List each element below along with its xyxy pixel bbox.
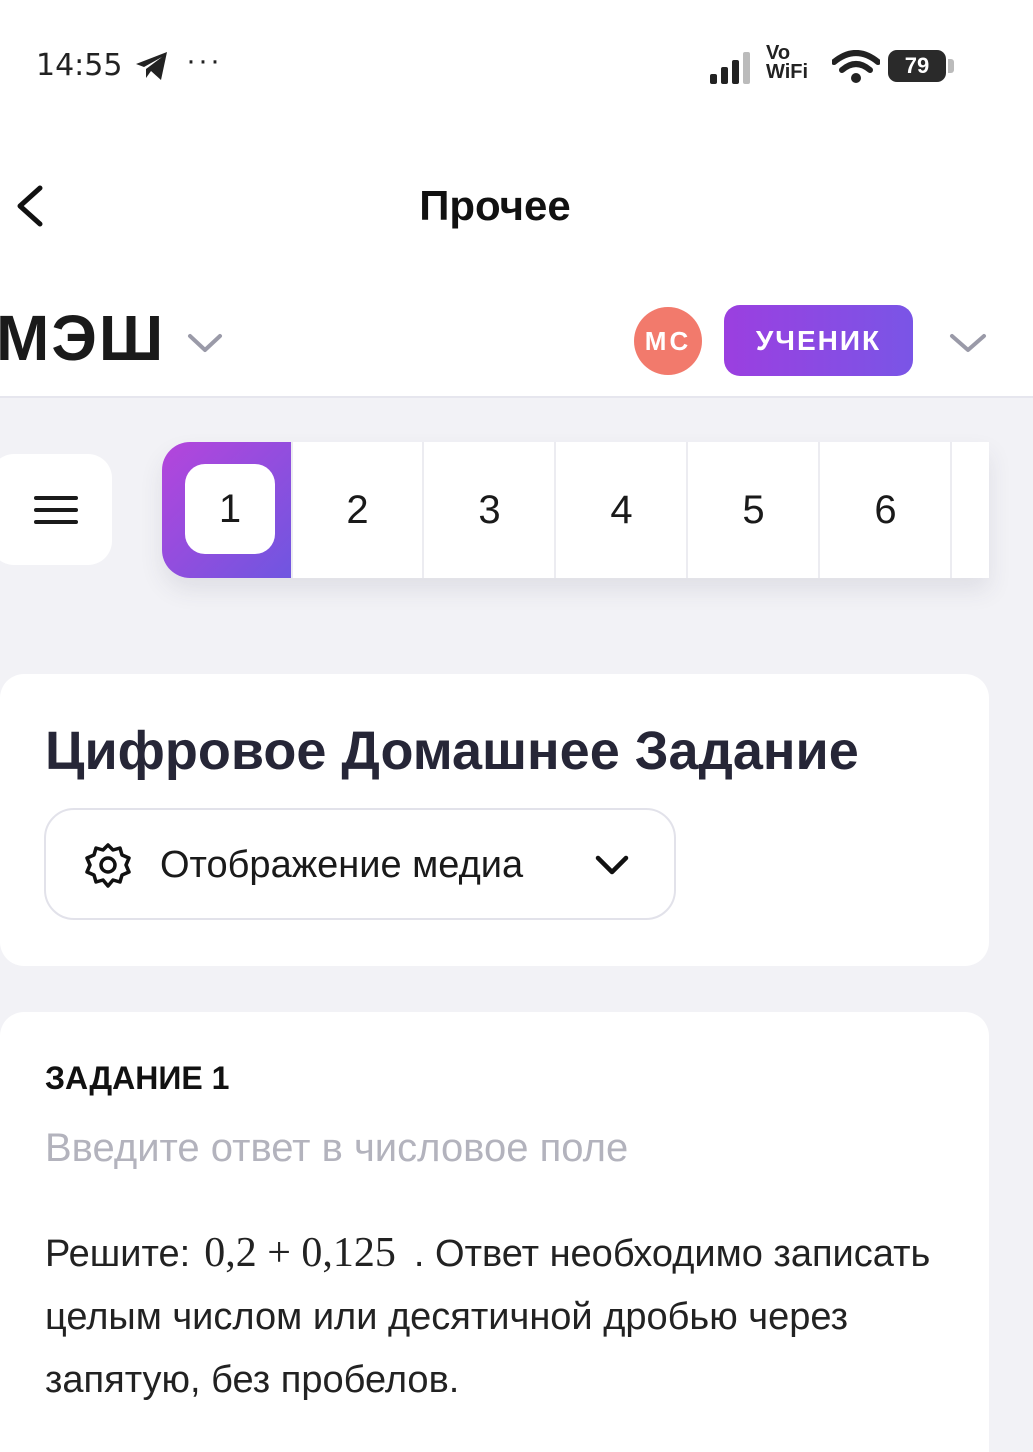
network-label: Vo WiFi: [766, 42, 809, 83]
task-prefix: Решите:: [45, 1233, 191, 1275]
chevron-down-icon: [595, 855, 629, 875]
page-3[interactable]: 3: [425, 442, 556, 578]
task-pager: 1 2 3 4 5 6: [162, 442, 989, 578]
task-text: Решите: 0,2 + 0,125. Ответ необходимо зап…: [45, 1222, 965, 1412]
gear-icon: [85, 843, 131, 888]
page-2[interactable]: 2: [293, 442, 424, 578]
page-5[interactable]: 5: [689, 442, 820, 578]
telegram-icon: [136, 52, 167, 80]
status-time: 14:55: [36, 48, 123, 83]
media-display-button[interactable]: Отображение медиа: [44, 808, 676, 920]
role-badge[interactable]: УЧЕНИК: [724, 305, 913, 376]
media-display-label: Отображение медиа: [160, 844, 524, 886]
battery-icon: 79: [888, 50, 946, 82]
hamburger-icon: [34, 496, 78, 524]
task-expression: 0,2 + 0,125: [204, 1230, 396, 1276]
wifi-icon: [832, 50, 880, 83]
status-more: ···: [186, 44, 222, 77]
page-title: Прочее: [419, 182, 571, 229]
page-6[interactable]: 6: [821, 442, 952, 578]
page-next[interactable]: [953, 442, 989, 578]
task-hint: Введите ответ в числовое поле: [45, 1126, 629, 1170]
avatar[interactable]: МС: [634, 307, 702, 375]
chevron-down-icon[interactable]: [186, 328, 224, 358]
page-1-label: 1: [185, 464, 275, 554]
page-1[interactable]: 1: [162, 442, 293, 578]
task-heading: ЗАДАНИЕ 1: [45, 1060, 230, 1096]
battery-tip: [948, 59, 954, 73]
signal-icon: [710, 52, 750, 84]
menu-button[interactable]: [0, 454, 112, 565]
homework-title: Цифровое Домашнее Задание: [45, 721, 859, 781]
logo[interactable]: МЭШ: [0, 306, 165, 370]
chevron-down-icon[interactable]: [948, 328, 988, 358]
page-4[interactable]: 4: [557, 442, 688, 578]
